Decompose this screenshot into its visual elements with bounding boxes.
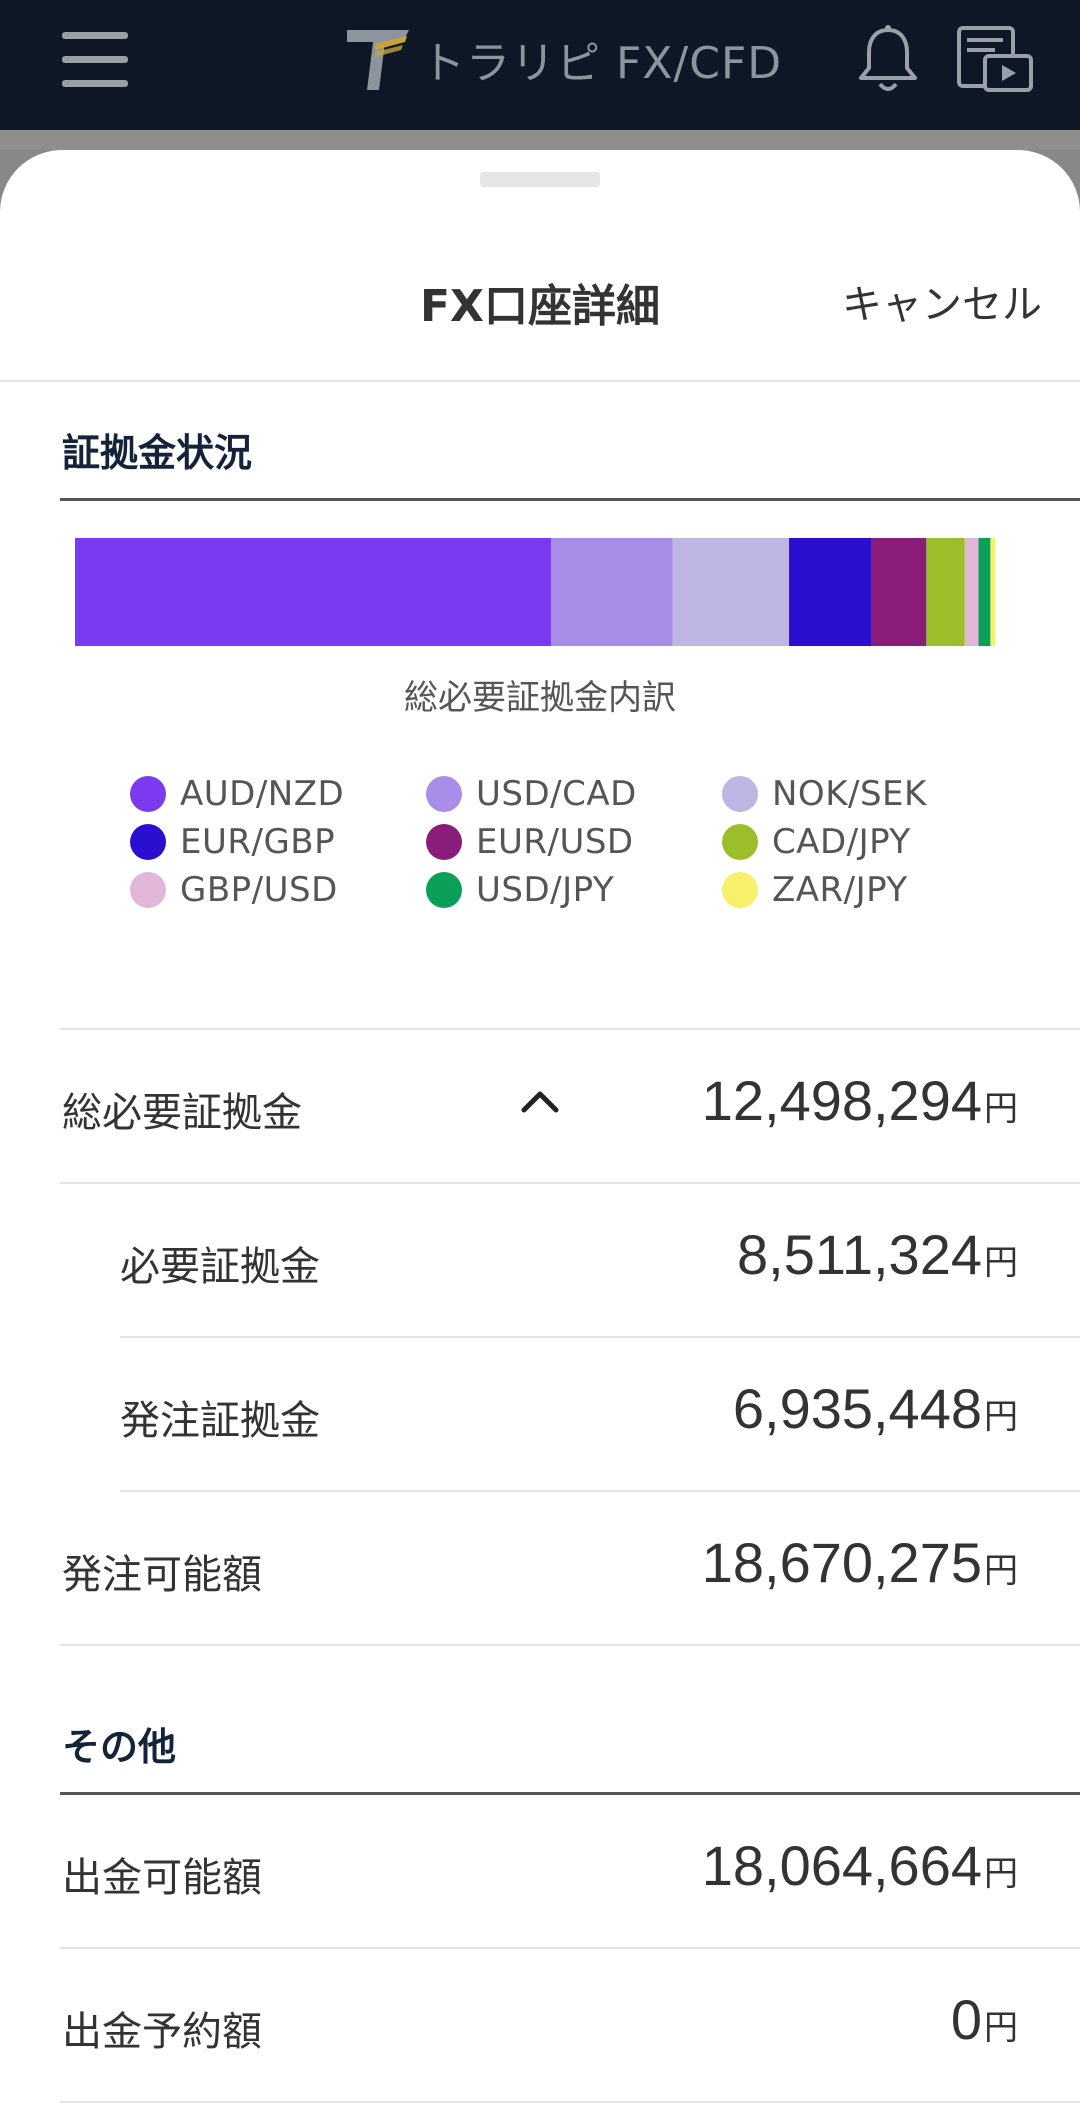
row-label: 発注可能額 [62, 1552, 262, 1598]
bell-icon[interactable] [855, 24, 921, 96]
divider [60, 2101, 1080, 2103]
bar-segment-usd-cad [551, 538, 673, 646]
bar-segment-usd-jpy [978, 538, 991, 646]
brand-name: トラリピ FX/CFD [421, 38, 783, 89]
row-value: 18,064,664円 [702, 1833, 1018, 1898]
legend-swatch [130, 824, 166, 860]
divider [0, 380, 1080, 382]
row-value: 6,935,448円 [733, 1376, 1018, 1441]
row-value: 12,498,294円 [702, 1068, 1018, 1133]
chart-caption: 総必要証拠金内訳 [404, 678, 676, 718]
legend-swatch [426, 824, 462, 860]
legend-item: EUR/USD [426, 820, 634, 864]
other-heading: その他 [62, 1725, 177, 1769]
row-value: 0円 [951, 1987, 1018, 2052]
cancel-button[interactable]: キャンセル [842, 272, 1042, 330]
app-header: トラリピ FX/CFD [0, 0, 1080, 130]
hamburger-menu-icon[interactable] [62, 32, 128, 88]
legend-swatch [426, 776, 462, 812]
row-label: 総必要証拠金 [62, 1090, 302, 1136]
divider [60, 1644, 1080, 1646]
margin-breakdown-chart [75, 538, 995, 646]
legend-label: EUR/USD [476, 822, 634, 862]
divider [60, 1028, 1080, 1030]
bar-segment-eur-gbp [789, 538, 872, 646]
bar-segment-eur-usd [871, 538, 927, 646]
legend-label: USD/JPY [476, 870, 615, 910]
legend-item: CAD/JPY [722, 820, 911, 864]
legend-swatch [722, 776, 758, 812]
account-detail-sheet: FX口座詳細 キャンセル 証拠金状況 総必要証拠金内訳 AUD/NZD USD/C… [0, 150, 1080, 2124]
amount: 8,511,324 [737, 1223, 982, 1286]
sheet-grabber[interactable] [480, 172, 600, 187]
legend-label: CAD/JPY [772, 822, 911, 862]
currency-unit: 円 [984, 1551, 1018, 1591]
legend-item: EUR/GBP [130, 820, 335, 864]
row-label: 発注証拠金 [120, 1398, 320, 1444]
bar-segment-cad-jpy [926, 538, 965, 646]
withdrawable-amount-row: 出金可能額 18,064,664円 [60, 1795, 1080, 1949]
brand-logo: トラリピ FX/CFD [345, 24, 782, 94]
row-value: 8,511,324円 [737, 1222, 1018, 1287]
amount: 0 [950, 1988, 982, 2051]
currency-unit: 円 [984, 1854, 1018, 1894]
legend-item: ZAR/JPY [722, 868, 908, 912]
row-label: 出金可能額 [62, 1855, 262, 1901]
legend-label: AUD/NZD [180, 774, 345, 814]
amount: 12,498,294 [701, 1069, 982, 1132]
section-rule [60, 498, 1080, 501]
row-label: 必要証拠金 [120, 1244, 320, 1290]
video-guide-icon[interactable] [955, 24, 1037, 94]
amount: 18,670,275 [701, 1531, 982, 1594]
currency-unit: 円 [984, 1089, 1018, 1129]
legend-item: USD/CAD [426, 772, 637, 816]
amount: 6,935,448 [732, 1377, 982, 1440]
row-label: 出金予約額 [62, 2009, 262, 2055]
required-margin-row: 必要証拠金 8,511,324円 [120, 1184, 1080, 1338]
bar-segment-zar-jpy [990, 538, 995, 646]
legend-swatch [722, 824, 758, 860]
currency-unit: 円 [984, 1243, 1018, 1283]
orderable-amount-row: 発注可能額 18,670,275円 [60, 1492, 1080, 1646]
amount: 18,064,664 [701, 1834, 982, 1897]
bar-segment-nok-sek [672, 538, 790, 646]
legend-item: NOK/SEK [722, 772, 927, 816]
order-margin-row: 発注証拠金 6,935,448円 [120, 1338, 1080, 1492]
logo-mark-icon [347, 30, 409, 90]
overlay-dim [0, 130, 1080, 150]
margin-status-heading: 証拠金状況 [62, 431, 253, 475]
legend-item: AUD/NZD [130, 772, 344, 816]
legend-label: ZAR/JPY [772, 870, 908, 910]
withdraw-reserved-row: 出金予約額 0円 [60, 1949, 1080, 2103]
legend-swatch [722, 872, 758, 908]
bar-segment-aud-nzd [75, 538, 552, 646]
legend-label: NOK/SEK [772, 774, 927, 814]
total-required-margin-row: 総必要証拠金 12,498,294円 [60, 1028, 1080, 1184]
bar-segment-gbp-usd [964, 538, 979, 646]
legend-label: USD/CAD [476, 774, 637, 814]
currency-unit: 円 [984, 2008, 1018, 2048]
currency-unit: 円 [984, 1397, 1018, 1437]
legend-label: GBP/USD [180, 870, 338, 910]
legend-item: GBP/USD [130, 868, 338, 912]
legend-swatch [426, 872, 462, 908]
legend-swatch [130, 776, 166, 812]
legend-label: EUR/GBP [180, 822, 336, 862]
row-value: 18,670,275円 [702, 1530, 1018, 1595]
legend-swatch [130, 872, 166, 908]
legend-item: USD/JPY [426, 868, 614, 912]
